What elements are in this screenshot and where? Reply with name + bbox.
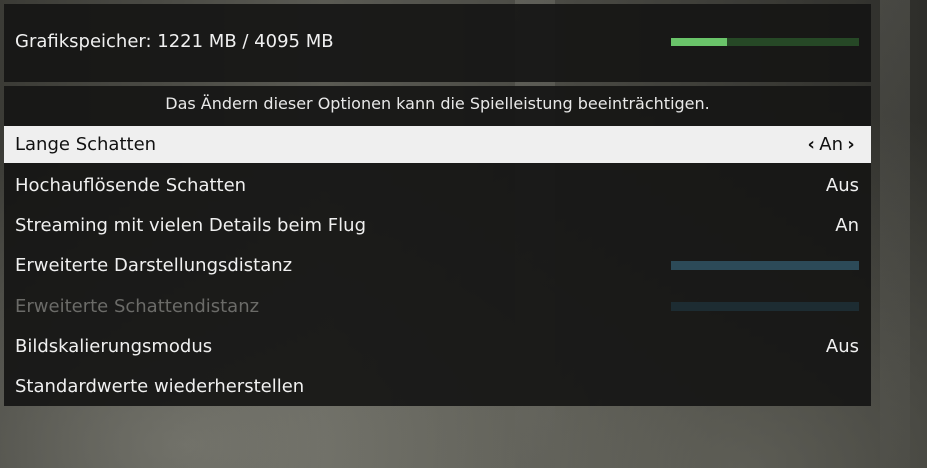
background-column (880, 0, 910, 468)
setting-label: Hochauflösende Schatten (15, 175, 247, 196)
vram-usage-fill (671, 38, 728, 46)
setting-value: An (819, 134, 843, 155)
setting-label: Erweiterte Schattendistanz (15, 296, 260, 317)
setting-slider-fill (671, 261, 859, 270)
setting-label: Erweiterte Darstellungsdistanz (15, 255, 293, 276)
vram-usage-label: Grafikspeicher: 1221 MB / 4095 MB (15, 31, 334, 52)
setting-slider[interactable] (671, 261, 859, 270)
setting-row-extended-shadow-distance: Erweiterte Schattendistanz (4, 288, 871, 325)
setting-label: Standardwerte wiederherstellen (15, 376, 305, 397)
performance-warning: Das Ändern dieser Optionen kann die Spie… (165, 94, 710, 113)
setting-slider (671, 302, 859, 311)
vram-panel: Grafikspeicher: 1221 MB / 4095 MB (4, 4, 871, 82)
setting-value: Aus (825, 336, 859, 357)
setting-row-high-res-shadows[interactable]: Hochauflösende Schatten Aus (4, 167, 871, 204)
setting-row-extended-distance[interactable]: Erweiterte Darstellungsdistanz (4, 247, 871, 284)
chevron-right-icon[interactable]: › (843, 126, 859, 163)
setting-slider-fill (671, 302, 859, 311)
setting-value: An (835, 215, 859, 236)
setting-row-flight-streaming[interactable]: Streaming mit vielen Details beim Flug A… (4, 207, 871, 244)
setting-row-image-scaling[interactable]: Bildskalierungsmodus Aus (4, 328, 871, 365)
chevron-left-icon[interactable]: ‹ (803, 126, 819, 163)
setting-value: Aus (825, 175, 859, 196)
setting-label: Streaming mit vielen Details beim Flug (15, 215, 366, 236)
setting-row-long-shadows[interactable]: Lange Schatten ‹ An › (4, 126, 871, 163)
setting-value-selector[interactable]: ‹ An › (803, 126, 859, 163)
vram-usage-bar (671, 38, 859, 46)
settings-panel: Das Ändern dieser Optionen kann die Spie… (4, 86, 871, 406)
restore-defaults-button[interactable]: Standardwerte wiederherstellen (4, 368, 871, 405)
setting-label: Lange Schatten (15, 134, 157, 155)
setting-label: Bildskalierungsmodus (15, 336, 213, 357)
